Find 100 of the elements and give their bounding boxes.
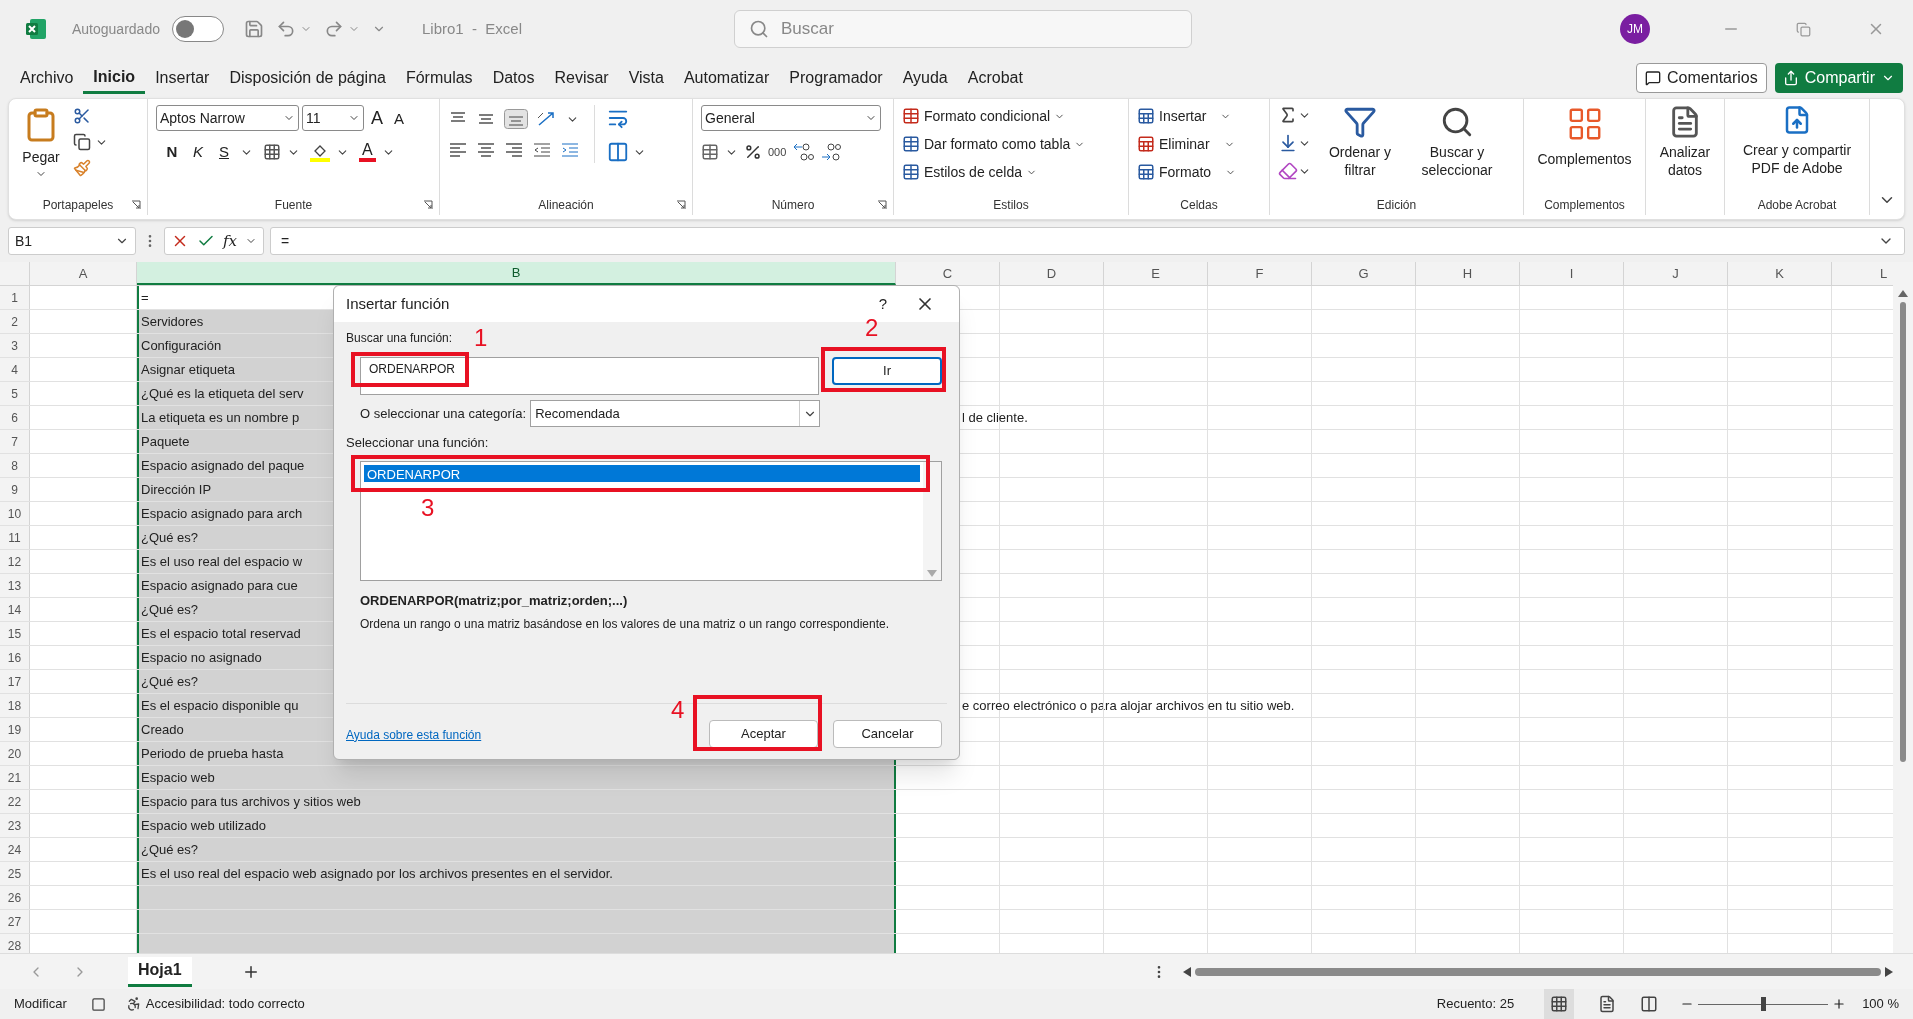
row-header[interactable]: 13 xyxy=(0,574,30,597)
share-button[interactable]: Compartir xyxy=(1774,63,1903,93)
row-header[interactable]: 11 xyxy=(0,526,30,549)
styles-menu-button[interactable]: Estilos de celda xyxy=(902,161,1086,183)
grid-cell[interactable] xyxy=(137,886,896,909)
row-header[interactable]: 12 xyxy=(0,550,30,573)
normal-view-icon[interactable] xyxy=(1544,989,1575,1019)
vertical-scrollbar[interactable] xyxy=(1893,262,1913,953)
spreadsheet-logo-icon[interactable] xyxy=(24,17,48,41)
scroll-thumb[interactable] xyxy=(1900,302,1906,762)
dialog-launcher-icon[interactable] xyxy=(676,200,686,210)
scroll-right-icon[interactable] xyxy=(1885,966,1893,977)
addins-button[interactable]: Complementos xyxy=(1532,105,1637,170)
align-right-icon[interactable] xyxy=(504,141,524,159)
scroll-thumb[interactable] xyxy=(1195,967,1881,976)
sort-filter-button[interactable]: Ordenar y filtrar xyxy=(1323,105,1397,181)
menu-tab[interactable]: Ayuda xyxy=(892,62,958,94)
function-item[interactable]: ORDENARPOR xyxy=(364,465,920,482)
row-header[interactable]: 23 xyxy=(0,814,30,837)
grid-cell[interactable] xyxy=(137,910,896,933)
column-header[interactable]: B xyxy=(137,262,896,285)
font-family-select[interactable]: Aptos Narrow xyxy=(156,105,299,131)
italic-button[interactable]: K xyxy=(188,141,208,164)
save-icon[interactable] xyxy=(243,19,264,39)
row-header[interactable]: 10 xyxy=(0,502,30,525)
category-select[interactable]: Recomendada xyxy=(530,400,821,427)
row-header[interactable]: 17 xyxy=(0,670,30,693)
row-header[interactable]: 6 xyxy=(0,406,30,429)
grid-cell[interactable] xyxy=(137,934,896,953)
percent-icon[interactable] xyxy=(744,143,762,161)
grid-cell[interactable]: Espacio web xyxy=(137,766,896,789)
undo-icon[interactable] xyxy=(275,19,296,39)
align-center-icon[interactable] xyxy=(476,141,496,159)
font-color-button[interactable]: A xyxy=(359,142,376,163)
menu-tab[interactable]: Programador xyxy=(779,62,893,94)
column-header[interactable]: K xyxy=(1728,262,1832,285)
row-header[interactable]: 28 xyxy=(0,934,30,953)
dialog-launcher-icon[interactable] xyxy=(423,200,433,210)
underline-button[interactable]: S xyxy=(214,141,234,164)
cells-menu-button[interactable]: Eliminar xyxy=(1137,133,1237,155)
row-header[interactable]: 24 xyxy=(0,838,30,861)
menu-tab[interactable]: Acrobat xyxy=(957,62,1033,94)
cancel-button[interactable]: Cancelar xyxy=(833,719,942,748)
fill-down-icon[interactable] xyxy=(1278,133,1298,153)
page-break-icon[interactable] xyxy=(1640,995,1659,1013)
grid-cell[interactable]: ¿Qué es? xyxy=(137,838,896,861)
row-header[interactable]: 5 xyxy=(0,382,30,405)
help-button[interactable]: ? xyxy=(863,292,903,316)
column-header[interactable]: D xyxy=(1000,262,1104,285)
grid-cell[interactable]: Es el uso real del espacio web asignado por los archivos presentes en el servidor. xyxy=(137,862,896,885)
font-size-select[interactable]: 11 xyxy=(302,105,364,131)
zoom-percent[interactable]: 100 % xyxy=(1862,994,1899,1014)
sheet-tab[interactable]: Hoja1 xyxy=(128,956,192,987)
menu-tab[interactable]: Revisar xyxy=(544,62,619,94)
copy-icon[interactable] xyxy=(73,133,91,151)
page-layout-icon[interactable] xyxy=(1598,995,1617,1013)
zoom-in-icon[interactable] xyxy=(1832,997,1847,1011)
row-header[interactable]: 18 xyxy=(0,694,30,717)
scroll-left-icon[interactable] xyxy=(1183,966,1191,977)
currency-icon[interactable] xyxy=(701,143,719,161)
eraser-icon[interactable] xyxy=(1278,161,1298,181)
zoom-slider[interactable] xyxy=(1698,996,1829,1012)
menu-tab[interactable]: Automatizar xyxy=(673,62,780,94)
dialog-launcher-icon[interactable] xyxy=(131,200,141,210)
cut-icon[interactable] xyxy=(73,107,91,125)
bold-button[interactable]: N xyxy=(162,141,182,164)
autosave-toggle[interactable] xyxy=(171,16,224,42)
row-header[interactable]: 19 xyxy=(0,718,30,741)
analyze-data-button[interactable]: Analizar datos xyxy=(1654,105,1716,179)
menu-tab[interactable]: Insertar xyxy=(145,62,220,94)
insert-function-button[interactable]: fx xyxy=(223,229,237,253)
row-header[interactable]: 15 xyxy=(0,622,30,645)
accessibility-icon[interactable] xyxy=(125,996,142,1012)
find-select-button[interactable]: Buscar y seleccionar xyxy=(1409,105,1505,181)
name-box[interactable]: B1 xyxy=(8,227,136,255)
row-header[interactable]: 8 xyxy=(0,454,30,477)
menu-tab[interactable]: Disposición de página xyxy=(219,62,396,94)
accessibility-status[interactable]: Accesibilidad: todo correcto xyxy=(145,994,305,1014)
column-header[interactable]: J xyxy=(1624,262,1728,285)
row-header[interactable]: 21 xyxy=(0,766,30,789)
row-header[interactable]: 16 xyxy=(0,646,30,669)
column-header[interactable]: I xyxy=(1520,262,1624,285)
menu-tab[interactable]: Archivo xyxy=(10,62,84,94)
macro-record-icon[interactable] xyxy=(90,996,106,1012)
row-header[interactable]: 4 xyxy=(0,358,30,381)
paste-button[interactable]: Pegar xyxy=(17,105,65,180)
borders-icon[interactable] xyxy=(263,143,281,162)
row-header[interactable]: 7 xyxy=(0,430,30,453)
row-header[interactable]: 25 xyxy=(0,862,30,885)
row-header[interactable]: 20 xyxy=(0,742,30,765)
thousands-button[interactable]: 000 xyxy=(768,143,787,161)
column-header[interactable]: F xyxy=(1208,262,1312,285)
grid-cell[interactable]: Espacio web utilizado xyxy=(137,814,896,837)
format-painter-icon[interactable] xyxy=(73,159,91,177)
row-header[interactable]: 26 xyxy=(0,886,30,909)
row-header[interactable]: 3 xyxy=(0,334,30,357)
increase-decimal-icon[interactable] xyxy=(792,141,815,163)
dialog-launcher-icon[interactable] xyxy=(877,200,887,210)
row-header[interactable]: 9 xyxy=(0,478,30,501)
go-button[interactable]: Ir xyxy=(832,357,942,385)
